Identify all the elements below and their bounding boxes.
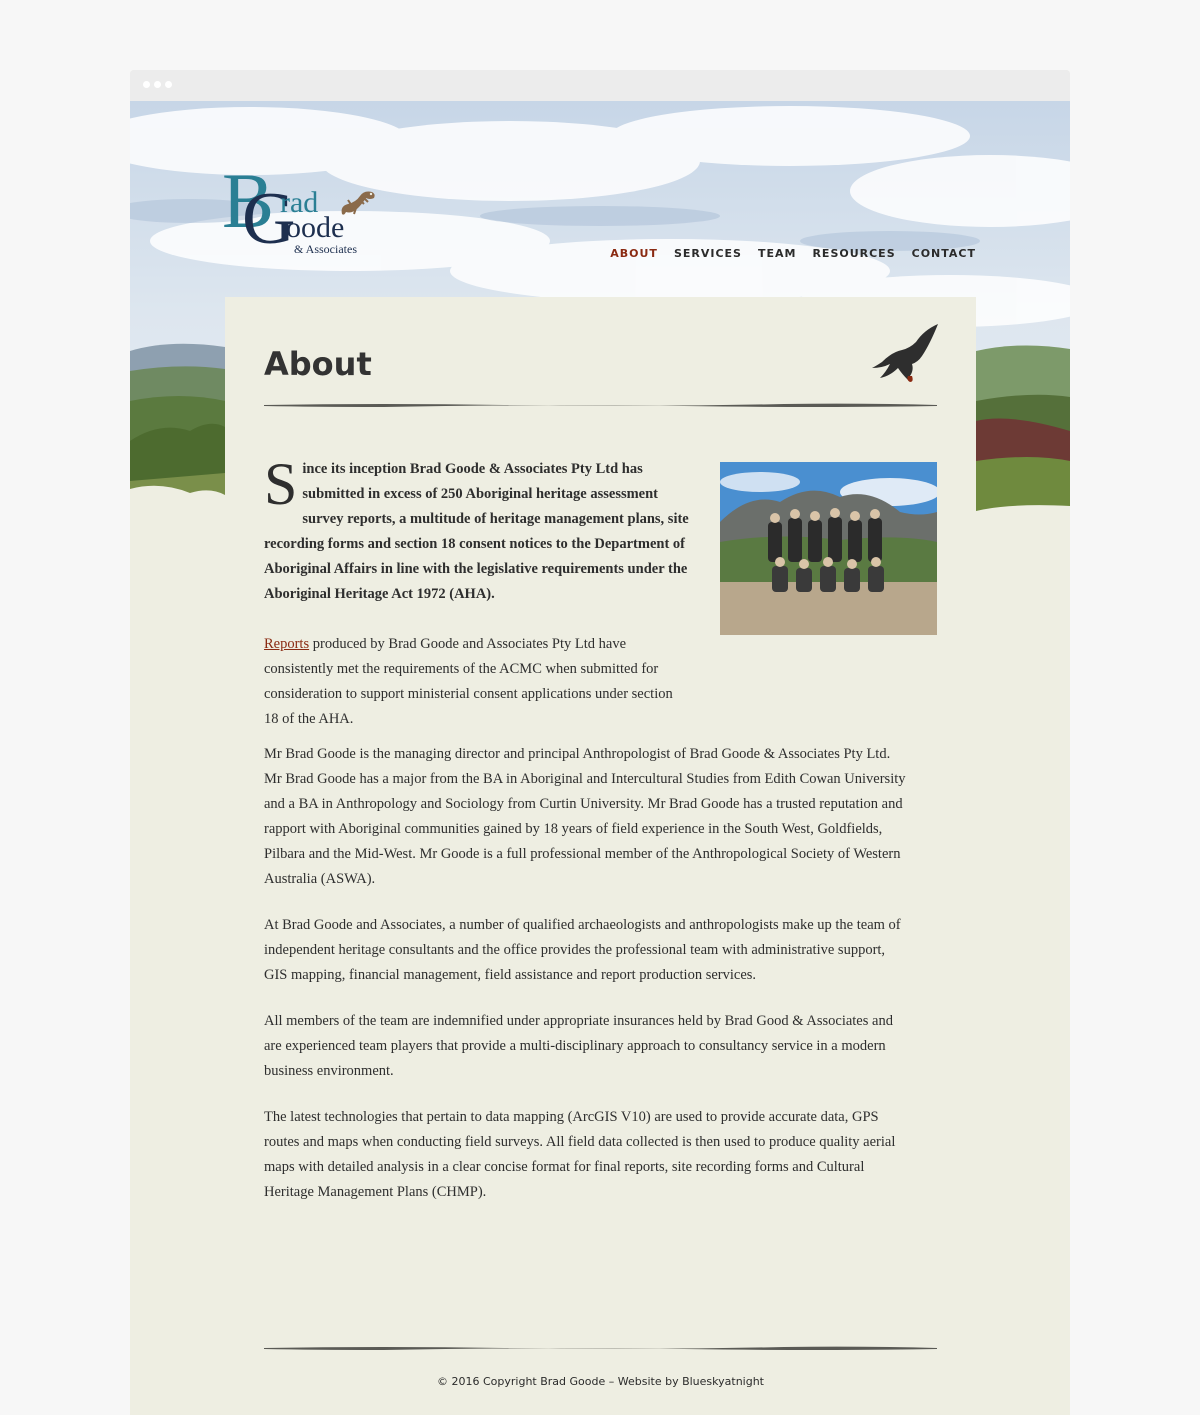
browser-window: B G rad oode & Associates ABOUT SERVICES… bbox=[130, 70, 1070, 1415]
logo-subtitle: & Associates bbox=[294, 242, 357, 256]
brand-logo[interactable]: B G rad oode & Associates bbox=[222, 162, 382, 260]
paragraph-team: At Brad Goode and Associates, a number o… bbox=[264, 917, 901, 983]
content-panel: About Since its inception Brad Goode & A… bbox=[225, 297, 976, 1415]
nav-item-contact[interactable]: CONTACT bbox=[912, 247, 976, 260]
window-titlebar bbox=[130, 70, 1070, 102]
divider-rule bbox=[264, 403, 937, 407]
window-dot-icon bbox=[165, 81, 172, 88]
team-photo bbox=[720, 462, 937, 635]
paragraph-insurance: All members of the team are indemnified … bbox=[264, 1013, 893, 1079]
intro-text: ince its inception Brad Goode & Associat… bbox=[264, 461, 689, 602]
body-text: Mr Brad Goode is the managing director a… bbox=[264, 742, 909, 1226]
nav-item-team[interactable]: TEAM bbox=[758, 247, 796, 260]
nav-item-about[interactable]: ABOUT bbox=[610, 247, 658, 260]
paragraph-technology: The latest technologies that pertain to … bbox=[264, 1109, 896, 1200]
nav-item-resources[interactable]: RESOURCES bbox=[812, 247, 895, 260]
nav-item-services[interactable]: SERVICES bbox=[674, 247, 742, 260]
reports-paragraph: Reports produced by Brad Goode and Assoc… bbox=[264, 632, 684, 732]
reports-text: produced by Brad Goode and Associates Pt… bbox=[264, 636, 673, 727]
logo-word-goode: oode bbox=[286, 211, 345, 244]
dropcap-letter: S bbox=[264, 451, 298, 517]
reports-block: Reports produced by Brad Goode and Assoc… bbox=[264, 632, 684, 732]
intro-paragraph: Since its inception Brad Goode & Associa… bbox=[264, 451, 694, 607]
intro-block: Since its inception Brad Goode & Associa… bbox=[264, 451, 694, 607]
main-nav: ABOUT SERVICES TEAM RESOURCES CONTACT bbox=[610, 247, 976, 260]
footer-copyright: © 2016 Copyright Brad Goode – Website by… bbox=[437, 1375, 764, 1388]
window-dot-icon bbox=[154, 81, 161, 88]
footer-divider-rule bbox=[264, 1346, 937, 1350]
window-dot-icon bbox=[143, 81, 150, 88]
page-title: About bbox=[264, 345, 372, 383]
eagle-icon bbox=[872, 324, 938, 382]
reports-link[interactable]: Reports bbox=[264, 636, 309, 652]
paragraph-managing-director: Mr Brad Goode is the managing director a… bbox=[264, 746, 906, 887]
lizard-icon bbox=[341, 191, 375, 215]
